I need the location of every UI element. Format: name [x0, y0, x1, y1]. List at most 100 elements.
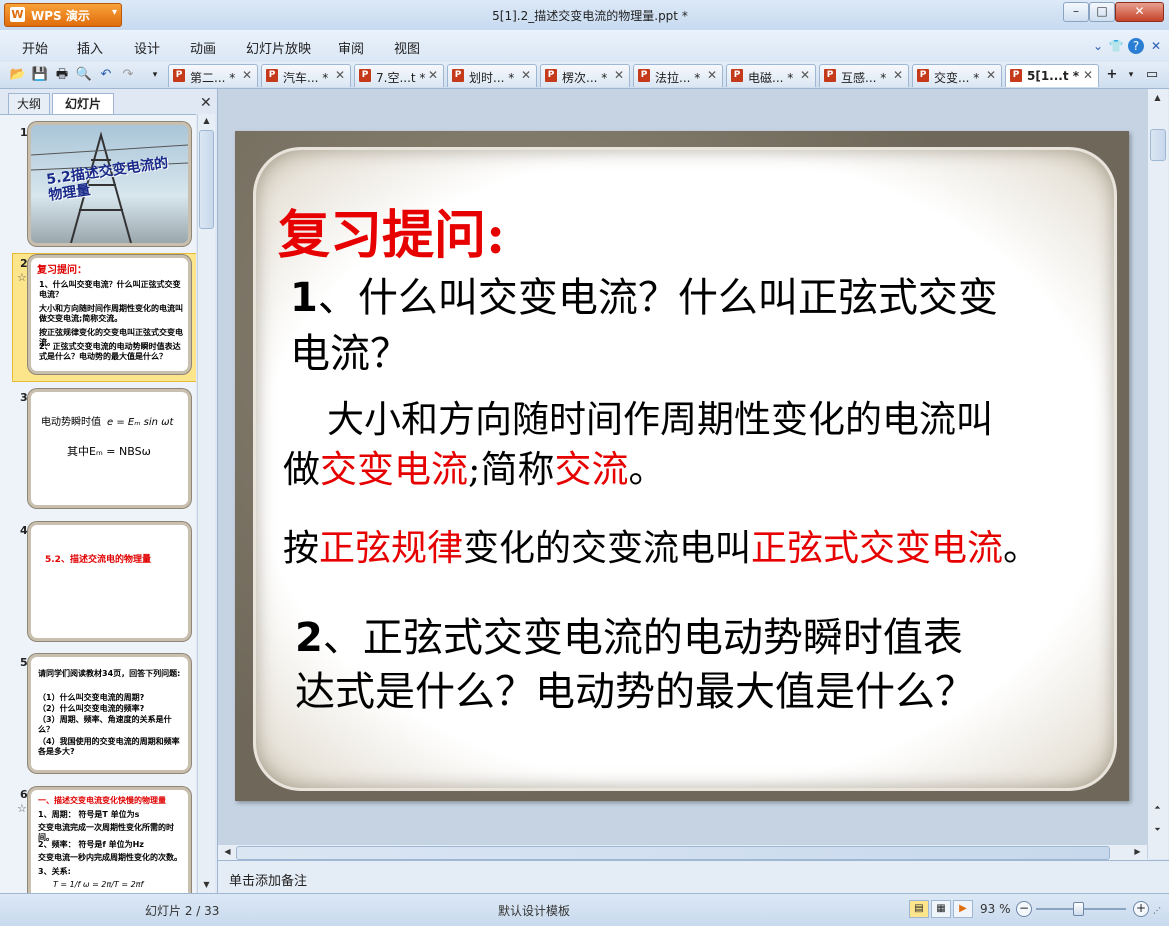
close-tab-icon[interactable]: ✕: [1083, 68, 1093, 82]
print-preview-icon[interactable]: 🔍: [75, 66, 93, 84]
doc-tab-label: 楞次... *: [562, 71, 608, 85]
thumbnail-number: 6: [20, 788, 28, 801]
doc-tab-label: 法拉... *: [655, 71, 701, 85]
doc-tab[interactable]: P 第二... * ✕: [168, 64, 258, 87]
doc-tab-label: 5[1...t *: [1027, 69, 1080, 83]
undo-icon[interactable]: ↶: [97, 66, 115, 84]
save-icon[interactable]: 💾: [31, 66, 49, 84]
resize-grip-icon[interactable]: ⋰: [1153, 906, 1161, 915]
slide-sorter-icon[interactable]: ▦: [931, 900, 951, 918]
close-tab-icon[interactable]: ✕: [242, 68, 252, 82]
zoom-out-button[interactable]: −: [1016, 901, 1032, 917]
close-tab-icon[interactable]: ✕: [614, 68, 624, 82]
thumbnail-slide-4: 5.2、描述交流电的物理量: [31, 525, 188, 638]
answer-1-line-2: 做交变电流;简称交流。: [283, 439, 665, 493]
scrollbar-thumb[interactable]: [199, 130, 214, 229]
doc-tab-active[interactable]: P 5[1...t * ✕: [1005, 64, 1099, 87]
menu-slideshow[interactable]: 幻灯片放映: [246, 38, 311, 57]
minimize-button[interactable]: –: [1063, 2, 1089, 22]
status-bar: 幻灯片 2 / 33 默认设计模板 ▤ ▦ ▶ 93 % − + ⋰: [0, 893, 1169, 926]
thumbnail-item[interactable]: 3 电动势瞬时值 e = Eₘ sin ωt 其中Eₘ = NBSω: [0, 385, 196, 515]
app-menu-button[interactable]: W WPS 演示 ▾: [4, 3, 122, 27]
zoom-slider-handle[interactable]: [1073, 902, 1084, 916]
doc-tab[interactable]: P 交变... * ✕: [912, 64, 1002, 87]
menu-home[interactable]: 开始: [22, 38, 48, 57]
new-tab-icon[interactable]: +: [1103, 66, 1121, 84]
close-tab-icon[interactable]: ✕: [521, 68, 531, 82]
doc-tab[interactable]: P 汽车... * ✕: [261, 64, 351, 87]
thumbnail-item[interactable]: 5 请同学们阅读教材34页，回答下列问题: （1）什么叫交变电流的周期? （2）…: [0, 650, 196, 780]
tab-slides[interactable]: 幻灯片: [52, 93, 114, 114]
print-icon[interactable]: 🖶: [53, 66, 71, 84]
scroll-up-icon[interactable]: ▲: [1150, 91, 1165, 105]
thumbnail-text: （4）我国使用的交变电流的周期和频率各是多大?: [38, 737, 180, 756]
normal-view-icon[interactable]: ▤: [909, 900, 929, 918]
notes-placeholder[interactable]: 单击添加备注: [229, 870, 307, 889]
doc-tab[interactable]: P 电磁... * ✕: [726, 64, 816, 87]
open-icon[interactable]: 📂: [9, 66, 27, 84]
scroll-down-icon[interactable]: ▼: [199, 878, 214, 892]
close-button[interactable]: ✕: [1115, 2, 1164, 22]
thumbnail-item-selected[interactable]: 2 ☆ 复习提问： 1、什么叫交变电流？什么叫正弦式交变电流？ 大小和方向随时间…: [0, 253, 196, 382]
help-icon[interactable]: ?: [1128, 38, 1144, 54]
scrollbar-thumb[interactable]: [236, 846, 1110, 860]
maximize-button[interactable]: □: [1089, 2, 1115, 22]
chevron-down-icon[interactable]: ⌄: [1090, 38, 1106, 54]
close-panel-icon[interactable]: ✕: [200, 95, 212, 111]
notes-pane[interactable]: 单击添加备注: [218, 860, 1169, 894]
menu-view[interactable]: 视图: [394, 38, 420, 57]
thumbnail-scrollbar[interactable]: ▲ ▼: [197, 114, 215, 893]
doc-tab-label: 7.空...t *: [376, 71, 426, 85]
close-tab-icon[interactable]: ✕: [986, 68, 996, 82]
scroll-left-icon[interactable]: ◀: [220, 845, 235, 859]
menu-review[interactable]: 审阅: [338, 38, 364, 57]
menu-animation[interactable]: 动画: [190, 38, 216, 57]
skin-icon[interactable]: 👕: [1108, 38, 1124, 54]
slideshow-icon[interactable]: ▶: [953, 900, 973, 918]
thumbnail-item[interactable]: 1 5.2描述交变电流的物理量: [0, 115, 196, 250]
menu-insert[interactable]: 插入: [77, 38, 103, 57]
toolbar: 📂 💾 🖶 🔍 ↶ ↷ ▾ P 第二... * ✕ P 汽车... * ✕ P …: [0, 62, 1169, 89]
close-tab-icon[interactable]: ✕: [335, 68, 345, 82]
ppt-file-icon: P: [452, 69, 464, 82]
thumbnail-formula: 其中Eₘ = NBSω: [67, 445, 151, 458]
question-2-line-1: 2、正弦式交变电流的电动势瞬时值表: [295, 605, 963, 663]
thumbnail-item[interactable]: 4 5.2、描述交流电的物理量: [0, 518, 196, 648]
quick-access-dropdown-icon[interactable]: ▾: [146, 66, 164, 84]
close-doc-icon[interactable]: ✕: [1148, 38, 1164, 54]
answer-text: 按: [283, 528, 320, 569]
ppt-file-icon: P: [545, 69, 557, 82]
slide-canvas[interactable]: 复习提问: 1、什么叫交变电流？什么叫正弦式交变 电流？ 大小和方向随时间作周期…: [235, 131, 1129, 801]
question-text: 、什么叫交变电流？什么叫正弦式交变: [317, 275, 998, 321]
close-tab-icon[interactable]: ✕: [428, 68, 438, 82]
doc-tab[interactable]: P 7.空...t * ✕: [354, 64, 444, 87]
doc-tab-label: 电磁... *: [748, 71, 794, 85]
thumbnail-item[interactable]: 6 ☆ 一、描述交变电流变化快慢的物理量 1、周期： 符号是T 单位为s 交变电…: [0, 783, 196, 894]
zoom-in-button[interactable]: +: [1133, 901, 1149, 917]
doc-tab[interactable]: P 楞次... * ✕: [540, 64, 630, 87]
doc-tab-label: 汽车... *: [283, 71, 329, 85]
next-slide-icon[interactable]: ⏷: [1150, 823, 1165, 837]
editor-horizontal-scrollbar[interactable]: ◀ ▶: [218, 844, 1147, 861]
redo-icon[interactable]: ↷: [119, 66, 137, 84]
scroll-up-icon[interactable]: ▲: [199, 114, 214, 128]
answer-text: ;简称: [468, 448, 555, 491]
scrollbar-thumb[interactable]: [1150, 129, 1166, 161]
doc-tab[interactable]: P 互感... * ✕: [819, 64, 909, 87]
scroll-right-icon[interactable]: ▶: [1130, 845, 1145, 859]
design-template[interactable]: 默认设计模板: [498, 902, 570, 919]
previous-slide-icon[interactable]: ⏶: [1150, 801, 1165, 815]
close-tab-icon[interactable]: ✕: [800, 68, 810, 82]
tab-layout-icon[interactable]: ▭: [1143, 66, 1161, 84]
doc-tab-label: 划时... *: [469, 71, 515, 85]
doc-tab[interactable]: P 法拉... * ✕: [633, 64, 723, 87]
close-tab-icon[interactable]: ✕: [893, 68, 903, 82]
menu-design[interactable]: 设计: [134, 38, 160, 57]
tab-outline[interactable]: 大纲: [8, 93, 50, 114]
thumbnail-slide-2: 复习提问： 1、什么叫交变电流？什么叫正弦式交变电流？ 大小和方向随时间作周期性…: [31, 258, 188, 371]
question-1-line-2: 电流？: [290, 331, 410, 377]
editor-vertical-scrollbar[interactable]: ▲ ⏶ ⏷: [1147, 89, 1168, 859]
close-tab-icon[interactable]: ✕: [707, 68, 717, 82]
doc-tab[interactable]: P 划时... * ✕: [447, 64, 537, 87]
tab-list-dropdown-icon[interactable]: ▾: [1122, 66, 1140, 84]
